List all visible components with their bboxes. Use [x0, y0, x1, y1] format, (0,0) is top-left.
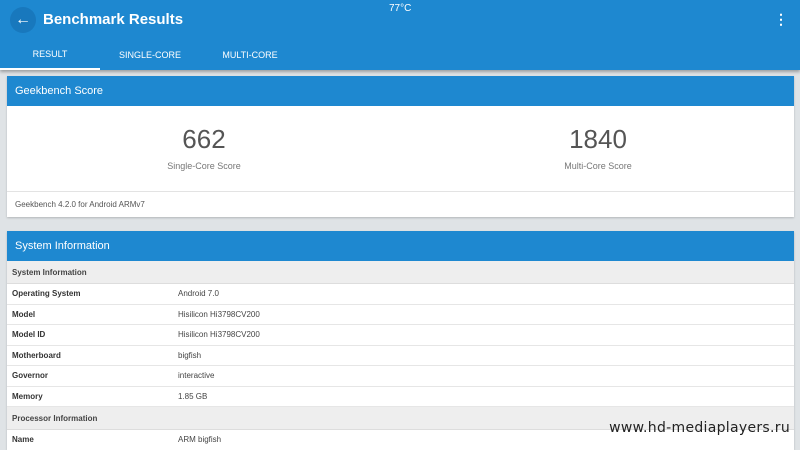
- row-key: Model: [12, 309, 36, 319]
- table-row: Operating System Android 7.0: [7, 284, 794, 305]
- row-value: 1.85 GB: [178, 391, 208, 401]
- row-key: Governor: [12, 371, 49, 381]
- tab-result[interactable]: RESULT: [0, 40, 100, 70]
- back-button[interactable]: ←: [10, 7, 36, 33]
- more-vert-icon: ⋮: [774, 11, 788, 27]
- row-key: Memory: [12, 391, 43, 401]
- table-row: Governor interactive: [7, 366, 794, 387]
- system-information-card: System Information System Information Op…: [7, 231, 794, 450]
- score-card-header: Geekbench Score: [7, 76, 794, 106]
- multi-core-value: 1840: [569, 124, 627, 154]
- single-core-score: 662 Single-Core Score: [104, 124, 304, 171]
- status-temperature: 77°C: [389, 3, 412, 14]
- row-key: Operating System: [12, 289, 81, 299]
- row-value: Hisilicon Hi3798CV200: [178, 330, 260, 340]
- row-value: interactive: [178, 371, 215, 381]
- table-row: Model Hisilicon Hi3798CV200: [7, 305, 794, 325]
- row-key: Name: [12, 435, 34, 445]
- tab-single-core[interactable]: SINGLE-CORE: [100, 40, 200, 70]
- tab-multi-core[interactable]: MULTI-CORE: [200, 40, 300, 70]
- row-value: Android 7.0: [178, 289, 219, 299]
- table-row: Motherboard bigfish: [7, 346, 794, 366]
- multi-core-score: 1840 Multi-Core Score: [498, 124, 698, 171]
- row-value: ARM bigfish: [178, 435, 222, 445]
- single-core-label: Single-Core Score: [167, 161, 241, 171]
- row-value: Hisilicon Hi3798CV200: [178, 309, 260, 319]
- page-title: Benchmark Results: [43, 11, 184, 28]
- scores-area: 662 Single-Core Score 1840 Multi-Core Sc…: [7, 106, 794, 192]
- geekbench-score-card: Geekbench Score 662 Single-Core Score 18…: [7, 76, 794, 217]
- app-bar: 77°C ← Benchmark Results ⋮ RESULT SINGLE…: [0, 0, 800, 70]
- row-value: bigfish: [178, 350, 202, 360]
- arrow-back-icon: ←: [15, 11, 31, 28]
- multi-core-label: Multi-Core Score: [564, 161, 632, 171]
- row-key: Motherboard: [12, 350, 61, 360]
- row-key: Model ID: [12, 330, 46, 340]
- table-row: Model ID Hisilicon Hi3798CV200: [7, 325, 794, 346]
- table-row: Memory 1.85 GB: [7, 387, 794, 407]
- system-card-header: System Information: [7, 231, 794, 261]
- geekbench-version: Geekbench 4.2.0 for Android ARMv7: [15, 200, 145, 209]
- overflow-menu-button[interactable]: ⋮: [774, 12, 788, 26]
- watermark: www.hd-mediaplayers.ru: [609, 420, 790, 436]
- single-core-value: 662: [182, 124, 226, 154]
- section-system-information: System Information: [7, 261, 794, 284]
